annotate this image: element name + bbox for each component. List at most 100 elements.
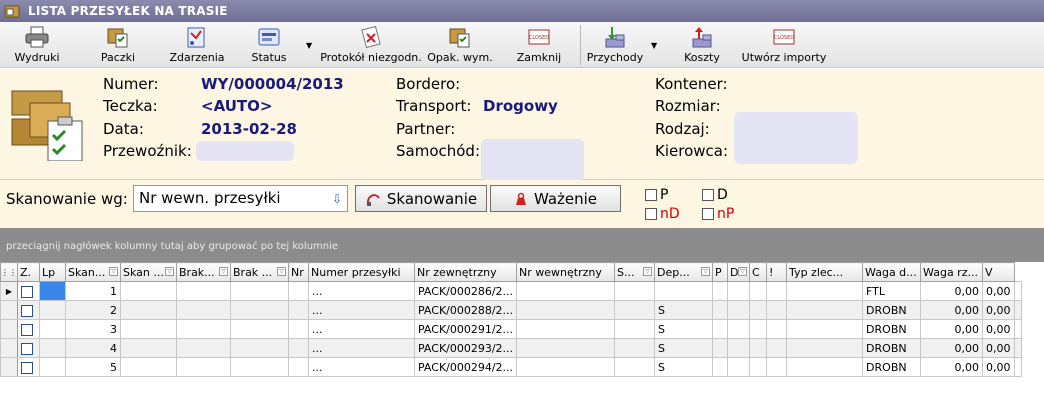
cell-nr-zew[interactable] [516,338,616,358]
cell-skan2[interactable] [176,338,231,358]
col-v[interactable]: V [982,262,1015,282]
cell-dep[interactable] [712,357,729,377]
cell-p[interactable] [727,338,751,358]
check-np[interactable]: nP [702,206,734,222]
selected-cell[interactable] [39,281,66,301]
cell-numer[interactable]: PACK/000294/2... [413,357,518,377]
cell-waga-rz[interactable]: 0,00 [982,281,1015,301]
cell-skan1[interactable] [120,300,177,320]
cell-waga-d[interactable]: 0,00 [920,300,984,320]
cell-brak2[interactable] [288,319,309,339]
cell-nr-wew[interactable] [614,300,656,320]
cell-dep[interactable] [712,281,729,301]
col-skan1[interactable]: Skan... ▽ [65,262,121,282]
check-nd-box[interactable] [645,208,657,220]
col-excl[interactable]: ! [766,262,788,282]
check-d-box[interactable] [702,189,714,201]
cell-skan1[interactable] [120,357,177,377]
cell-excl[interactable] [786,300,864,320]
cell-blank[interactable] [39,319,66,339]
filter-icon[interactable]: ▽ [701,267,711,276]
cell-brak2[interactable] [288,338,309,358]
col-d[interactable]: D ▽ [727,262,751,282]
cell-brak1[interactable] [230,281,289,301]
cell-waga-rz[interactable]: 0,00 [982,338,1015,358]
col-brak1[interactable]: Brak... ▽ [176,262,231,282]
col-p[interactable]: P [712,262,729,282]
cell-s[interactable] [654,281,714,301]
row-checkbox[interactable] [17,338,40,358]
cell-numer[interactable]: PACK/000293/2... [413,338,518,358]
check-np-box[interactable] [702,208,714,220]
cell-d[interactable] [749,281,768,301]
cell-d[interactable] [749,319,768,339]
cell-numer[interactable]: PACK/000288/2... [413,300,518,320]
cell-d[interactable] [749,300,768,320]
cell-typ[interactable]: FTL [862,281,922,301]
cell-c[interactable] [766,338,788,358]
przychody-dropdown-icon[interactable]: ▼ [651,41,657,50]
cell-waga-d[interactable]: 0,00 [920,357,984,377]
check-p-box[interactable] [645,189,657,201]
cell-brak1[interactable] [230,319,289,339]
col-dep[interactable]: Dep... ▽ [654,262,714,282]
check-d[interactable]: D [702,187,728,203]
cell-nr-wew[interactable] [614,319,656,339]
cell-skan2[interactable] [176,300,231,320]
cell-nr-wew[interactable] [614,338,656,358]
cell-lp[interactable]: 2 [65,300,121,320]
cell-nr[interactable]: ... [308,357,415,377]
cell-dep[interactable] [712,300,729,320]
cell-lp[interactable]: 1 [65,281,121,301]
cell-d[interactable] [749,357,768,377]
cell-lp[interactable]: 4 [65,338,121,358]
cell-waga-d[interactable]: 0,00 [920,319,984,339]
cell-v[interactable] [1013,300,1022,320]
row-checkbox[interactable] [17,319,40,339]
check-nd[interactable]: nD [645,206,680,222]
cell-nr[interactable]: ... [308,338,415,358]
cell-d[interactable] [749,338,768,358]
cell-v[interactable] [1013,338,1022,358]
cell-brak2[interactable] [288,357,309,377]
zdarzenia-button[interactable]: Zdarzenia [169,22,225,68]
cell-v[interactable] [1013,319,1022,339]
cell-dep[interactable] [712,338,729,358]
col-z[interactable]: Z. [17,262,40,282]
cell-waga-d[interactable]: 0,00 [920,338,984,358]
cell-nr-zew[interactable] [516,281,616,301]
cell-nr[interactable]: ... [308,300,415,320]
cell-brak1[interactable] [230,338,289,358]
cell-waga-d[interactable]: 0,00 [920,281,984,301]
filter-icon[interactable]: ▽ [219,267,228,276]
cell-skan1[interactable] [120,338,177,358]
cell-c[interactable] [766,319,788,339]
table-row[interactable]: 3 ... PACK/000291/2... S DROBN 0,00 0,00 [0,319,1022,339]
cell-waga-rz[interactable]: 0,00 [982,319,1015,339]
cell-p[interactable] [727,319,751,339]
cell-skan2[interactable] [176,357,231,377]
checkbox[interactable] [21,323,33,336]
col-nr-wewnetrzny[interactable]: Nr wewnętrzny [516,262,616,282]
zamknij-button[interactable]: CLOSED Zamknij [514,22,564,68]
opak-button[interactable]: Opak. wym. [427,22,493,68]
cell-nr[interactable]: ... [308,319,415,339]
table-row[interactable]: 4 ... PACK/000293/2... S DROBN 0,00 0,00 [0,338,1022,358]
cell-c[interactable] [766,281,788,301]
check-p[interactable]: P [645,187,668,203]
wydruki-button[interactable]: Wydruki [14,22,60,68]
filter-icon[interactable]: ▽ [165,267,174,276]
cell-brak2[interactable] [288,281,309,301]
cell-typ[interactable]: DROBN [862,357,922,377]
table-row[interactable]: ▶ 1 ... PACK/000286/2... FTL 0,00 0,00 [0,281,1022,301]
cell-typ[interactable]: DROBN [862,300,922,320]
cell-dep[interactable] [712,319,729,339]
col-typ-zlecenia[interactable]: Typ zlec... [786,262,864,282]
cell-excl[interactable] [786,357,864,377]
col-c[interactable]: C [749,262,768,282]
status-button[interactable]: Status [244,22,294,68]
col-nr-zewnetrzny[interactable]: Nr zewnętrzny [413,262,518,282]
filter-icon[interactable]: ▽ [738,267,748,276]
cell-p[interactable] [727,357,751,377]
cell-brak1[interactable] [230,357,289,377]
